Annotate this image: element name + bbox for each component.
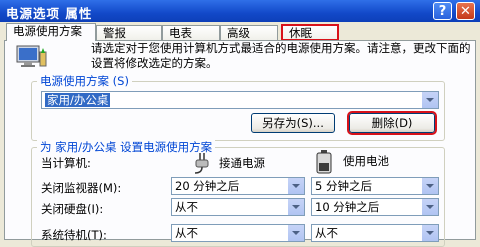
tab-panel: 请选定对于您使用计算机方式最适合的电源使用方案。请注意，更改下面的设置将修改选定… (4, 40, 476, 247)
hdd-off-ac-select[interactable]: 从不 (171, 198, 305, 216)
battery-icon (316, 150, 332, 174)
standby-ac-value: 从不 (175, 226, 198, 240)
tab-power-schemes[interactable]: 电源使用方案 (6, 23, 96, 41)
standby-label: 系统待机(T): (41, 228, 107, 242)
chevron-down-icon[interactable] (287, 199, 304, 215)
close-button[interactable]: ✕ (456, 2, 475, 20)
standby-ac-select[interactable]: 从不 (171, 224, 305, 242)
monitor-off-dc-value: 5 分钟之后 (315, 179, 372, 193)
tab-power-meter[interactable]: 电表 (162, 25, 220, 40)
power-scheme-icon (16, 45, 47, 67)
save-as-button[interactable]: 另存为(S)... (251, 113, 335, 133)
intro-text: 请选定对于您使用计算机方式最适合的电源使用方案。请注意，更改下面的设置将修改选定… (91, 41, 471, 70)
ac-power-label: 接通电源 (219, 156, 265, 170)
chevron-down-icon[interactable] (421, 199, 438, 215)
chevron-down-icon[interactable] (287, 225, 304, 241)
settings-group-label: 为 家用/办公桌 设置电源使用方案 (37, 139, 216, 155)
help-button[interactable]: ? (433, 2, 452, 20)
standby-dc-value: 从不 (315, 226, 338, 240)
scheme-select[interactable]: 家用/办公桌 (41, 91, 439, 109)
chevron-down-icon[interactable] (421, 225, 438, 241)
hdd-off-ac-value: 从不 (175, 200, 198, 214)
hdd-off-dc-value: 10 分钟之后 (315, 200, 380, 214)
monitor-off-ac-select[interactable]: 20 分钟之后 (171, 177, 305, 195)
title-bar: 电源选项 属性 ? ✕ (0, 0, 480, 22)
monitor-off-ac-value: 20 分钟之后 (175, 179, 240, 193)
monitor-off-dc-select[interactable]: 5 分钟之后 (311, 177, 439, 195)
plug-icon (194, 153, 209, 174)
window-title: 电源选项 属性 (6, 6, 93, 21)
chevron-down-icon[interactable] (421, 178, 438, 194)
chevron-down-icon[interactable] (287, 178, 304, 194)
delete-button[interactable]: 删除(D) (347, 111, 437, 135)
hdd-off-dc-select[interactable]: 10 分钟之后 (311, 198, 439, 216)
hdd-off-label: 关闭硬盘(I): (41, 202, 104, 216)
computer-label: 当计算机: (41, 156, 91, 170)
tab-strip: 电源使用方案 警报 电表 高级 休眠 (0, 23, 480, 41)
standby-dc-select[interactable]: 从不 (311, 224, 439, 242)
battery-label: 使用电池 (343, 154, 389, 168)
monitor-off-label: 关闭监视器(M): (41, 181, 122, 195)
tab-hibernate[interactable]: 休眠 (281, 24, 339, 41)
tab-alarms[interactable]: 警报 (96, 25, 162, 40)
tab-advanced[interactable]: 高级 (220, 25, 278, 40)
scheme-select-value: 家用/办公桌 (45, 93, 111, 107)
scheme-group-label: 电源使用方案 (S) (37, 73, 132, 89)
chevron-down-icon[interactable] (421, 92, 438, 108)
